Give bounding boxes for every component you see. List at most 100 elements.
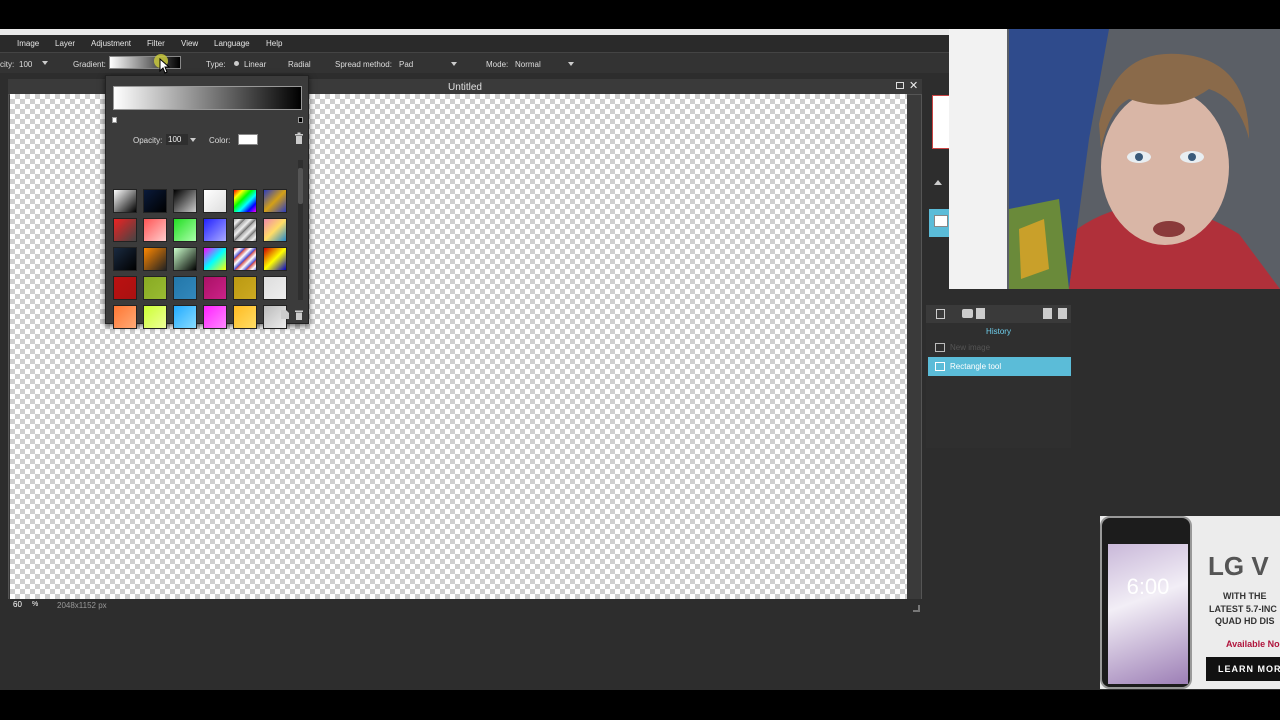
gradient-preset-swatch[interactable]: [173, 305, 197, 329]
gradient-preset-swatch[interactable]: [203, 276, 227, 300]
presets-scrollbar[interactable]: [298, 160, 303, 300]
gradient-preset-swatch[interactable]: [143, 218, 167, 242]
gradient-preset-swatch[interactable]: [233, 247, 257, 271]
delete-layer-trash-icon[interactable]: [1058, 308, 1067, 319]
collapse-panel-icon[interactable]: [934, 180, 942, 185]
gradient-preset-swatch[interactable]: [173, 189, 197, 213]
gradient-preset-swatch[interactable]: [113, 305, 137, 329]
gradient-preset-swatch[interactable]: [173, 276, 197, 300]
ad-availability: Available No: [1226, 639, 1280, 649]
image-dimensions: 2048x1152 px: [57, 601, 107, 610]
gradient-preset-swatch[interactable]: [143, 276, 167, 300]
opacity-dropdown-icon[interactable]: [42, 61, 48, 65]
gradient-editor-popup: Opacity: 100 Color:: [105, 75, 309, 329]
gradient-preset-swatch[interactable]: [143, 305, 167, 329]
gradient-preset-swatch[interactable]: [233, 189, 257, 213]
stop-opacity-input[interactable]: 100: [166, 134, 188, 145]
tool-options-bar: city: 100 Gradient: Type: Linear Radial …: [0, 52, 949, 74]
webcam-overlay: [949, 29, 1280, 289]
radio-linear[interactable]: [234, 61, 239, 66]
gradient-presets-grid: [113, 189, 293, 335]
gradient-preset-swatch[interactable]: [233, 276, 257, 300]
menu-view[interactable]: View: [181, 39, 198, 48]
gradient-preview-bar[interactable]: [113, 86, 302, 110]
zoom-value[interactable]: 60: [13, 600, 22, 609]
zoom-unit: %: [32, 601, 39, 608]
menu-bar: Image Layer Adjustment Filter View Langu…: [0, 35, 949, 52]
gradient-preset-swatch[interactable]: [203, 218, 227, 242]
gradient-preset-swatch[interactable]: [143, 247, 167, 271]
menu-image[interactable]: Image: [17, 39, 39, 48]
delete-preset-trash-icon[interactable]: [294, 309, 304, 320]
gradient-preset-swatch[interactable]: [203, 189, 227, 213]
type-radial-label[interactable]: Radial: [288, 60, 311, 69]
stop-color-swatch[interactable]: [238, 134, 258, 145]
menu-layer[interactable]: Layer: [55, 39, 75, 48]
close-icon[interactable]: ✕: [909, 79, 918, 92]
presets-scrollbar-thumb[interactable]: [298, 168, 303, 204]
restore-window-icon[interactable]: [896, 82, 904, 89]
gradient-preset-swatch[interactable]: [173, 247, 197, 271]
color-stop-start[interactable]: [112, 117, 117, 123]
gradient-preset-swatch[interactable]: [233, 218, 257, 242]
ad-learn-more-label: LEARN MOR: [1218, 664, 1280, 674]
gradient-preset-swatch[interactable]: [263, 276, 287, 300]
ad-learn-more-button[interactable]: LEARN MOR: [1206, 657, 1280, 681]
ad-text-line-2: LATEST 5.7-INC: [1209, 604, 1277, 614]
menu-filter[interactable]: Filter: [147, 39, 165, 48]
gradient-preset-swatch[interactable]: [173, 218, 197, 242]
video-top-letterbox: [0, 0, 1280, 29]
history-toolbar: [926, 305, 1071, 323]
resize-handle-icon[interactable]: [913, 605, 920, 612]
gradient-preset-swatch[interactable]: [263, 189, 287, 213]
delete-stop-trash-icon[interactable]: [294, 132, 304, 144]
gradient-preset-swatch[interactable]: [113, 247, 137, 271]
ad-text-line-1: WITH THE: [1223, 591, 1267, 601]
mode-dropdown-icon[interactable]: [568, 62, 574, 66]
gradient-preset-swatch[interactable]: [113, 276, 137, 300]
gradient-preset-swatch[interactable]: [263, 218, 287, 242]
gradient-preset-swatch[interactable]: [203, 247, 227, 271]
layer-thumbnail[interactable]: [929, 209, 949, 237]
opacity-value[interactable]: 100: [19, 60, 32, 69]
spread-dropdown-icon[interactable]: [451, 62, 457, 66]
stop-opacity-dropdown-icon[interactable]: [190, 138, 196, 142]
advertisement[interactable]: 6:00 LG V WITH THE LATEST 5.7-INC QUAD H…: [1100, 516, 1280, 689]
ad-text-line-3: QUAD HD DIS: [1215, 616, 1275, 626]
gradient-preset-swatch[interactable]: [113, 218, 137, 242]
layer-properties-icon[interactable]: [936, 309, 945, 319]
gradient-preset-swatch[interactable]: [263, 247, 287, 271]
navigator-thumbnail[interactable]: [932, 95, 950, 149]
menu-language[interactable]: Language: [214, 39, 250, 48]
stop-opacity-label: Opacity:: [133, 136, 163, 145]
mouse-pointer-icon: [159, 58, 171, 74]
ad-phone-time: 6:00: [1126, 574, 1170, 599]
new-preset-icon[interactable]: [280, 309, 290, 320]
video-bottom-letterbox: [0, 690, 1280, 720]
menu-help[interactable]: Help: [266, 39, 282, 48]
ad-phone-image: 6:00: [1100, 516, 1192, 689]
gradient-preset-swatch[interactable]: [143, 189, 167, 213]
photo-editor-window: Image Layer Adjustment Filter View Langu…: [0, 29, 1280, 690]
history-item-label: New image: [950, 343, 991, 352]
stop-color-label: Color:: [209, 136, 231, 145]
new-layer-icon[interactable]: [1043, 308, 1052, 319]
gradient-preset-swatch[interactable]: [233, 305, 257, 329]
type-label: Type:: [206, 60, 226, 69]
camera-icon[interactable]: [962, 309, 973, 318]
gradient-preset-swatch[interactable]: [203, 305, 227, 329]
color-stop-end[interactable]: [298, 117, 303, 123]
gradient-preset-swatch[interactable]: [113, 189, 137, 213]
layer-preview: [934, 215, 948, 227]
history-title: History: [986, 327, 1011, 336]
spread-select[interactable]: Pad: [399, 60, 413, 69]
type-linear-label[interactable]: Linear: [244, 60, 266, 69]
mode-label: Mode:: [486, 60, 509, 69]
history-item-rectangle-tool[interactable]: Rectangle tool: [928, 357, 1071, 376]
history-item-new-image[interactable]: New image: [928, 338, 1071, 356]
mode-select[interactable]: Normal: [515, 60, 541, 69]
menu-adjustment[interactable]: Adjustment: [91, 39, 131, 48]
mask-icon[interactable]: [976, 308, 985, 319]
ad-brand-logo: LG V: [1208, 551, 1269, 581]
ad-phone-screen: 6:00: [1108, 544, 1188, 684]
